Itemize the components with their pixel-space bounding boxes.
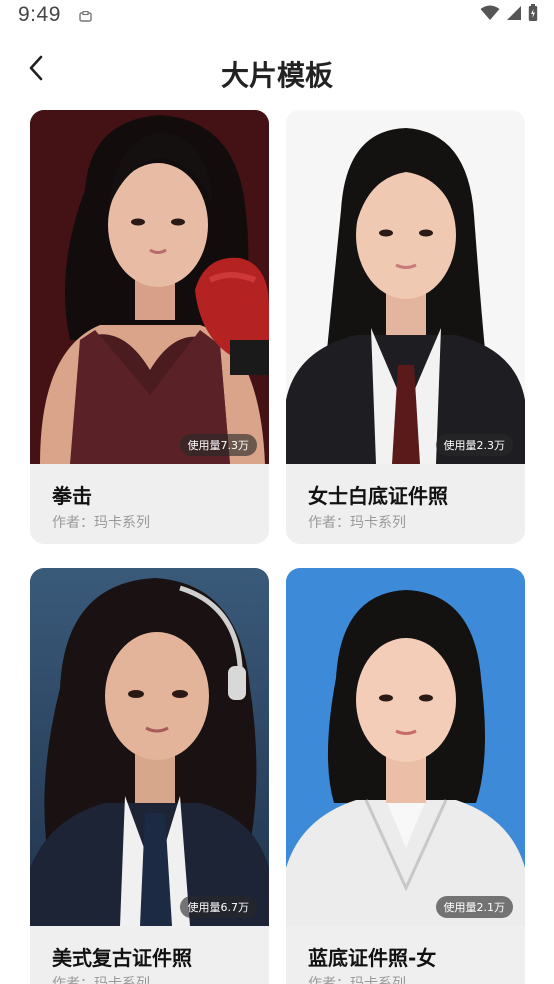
card-title: 蓝底证件照-女 xyxy=(308,946,437,970)
status-time: 9:49 xyxy=(18,3,61,26)
status-bar: 9:49 xyxy=(0,0,554,32)
template-photo: 使用量6.7万 xyxy=(30,568,269,926)
signal-icon xyxy=(506,5,522,25)
usage-badge: 使用量6.7万 xyxy=(179,896,257,918)
template-photo: 使用量2.1万 xyxy=(286,568,525,926)
header: 大片模板 xyxy=(0,40,554,104)
template-card[interactable]: 使用量2.1万 蓝底证件照-女 作者：玛卡系列 xyxy=(286,568,525,984)
card-author: 作者：玛卡系列 xyxy=(308,976,406,984)
card-title: 女士白底证件照 xyxy=(308,484,448,508)
card-author: 作者：玛卡系列 xyxy=(308,515,406,531)
template-card[interactable]: 使用量6.7万 美式复古证件照 作者：玛卡系列 xyxy=(30,568,269,984)
template-photo: 使用量7.3万 xyxy=(30,110,269,464)
card-title: 拳击 xyxy=(52,484,92,508)
page-title: 大片模板 xyxy=(220,59,333,92)
usage-badge: 使用量2.3万 xyxy=(435,434,513,456)
wifi-icon xyxy=(480,5,500,25)
usage-badge: 使用量7.3万 xyxy=(179,434,257,456)
template-card[interactable]: 使用量2.3万 女士白底证件照 作者：玛卡系列 xyxy=(286,110,525,544)
template-grid: 使用量7.3万 拳击 作者：玛卡系列 使用量2.3万 女士白底证件照 作者：玛卡… xyxy=(0,110,554,984)
status-icons xyxy=(480,4,538,26)
usage-badge: 使用量2.1万 xyxy=(435,896,513,918)
card-title: 美式复古证件照 xyxy=(52,946,192,970)
template-card[interactable]: 使用量7.3万 拳击 作者：玛卡系列 xyxy=(30,110,269,544)
battery-icon xyxy=(528,4,538,26)
template-photo: 使用量2.3万 xyxy=(286,110,525,464)
notification-icon xyxy=(79,8,93,22)
card-author: 作者：玛卡系列 xyxy=(52,976,150,984)
card-author: 作者：玛卡系列 xyxy=(52,515,150,531)
